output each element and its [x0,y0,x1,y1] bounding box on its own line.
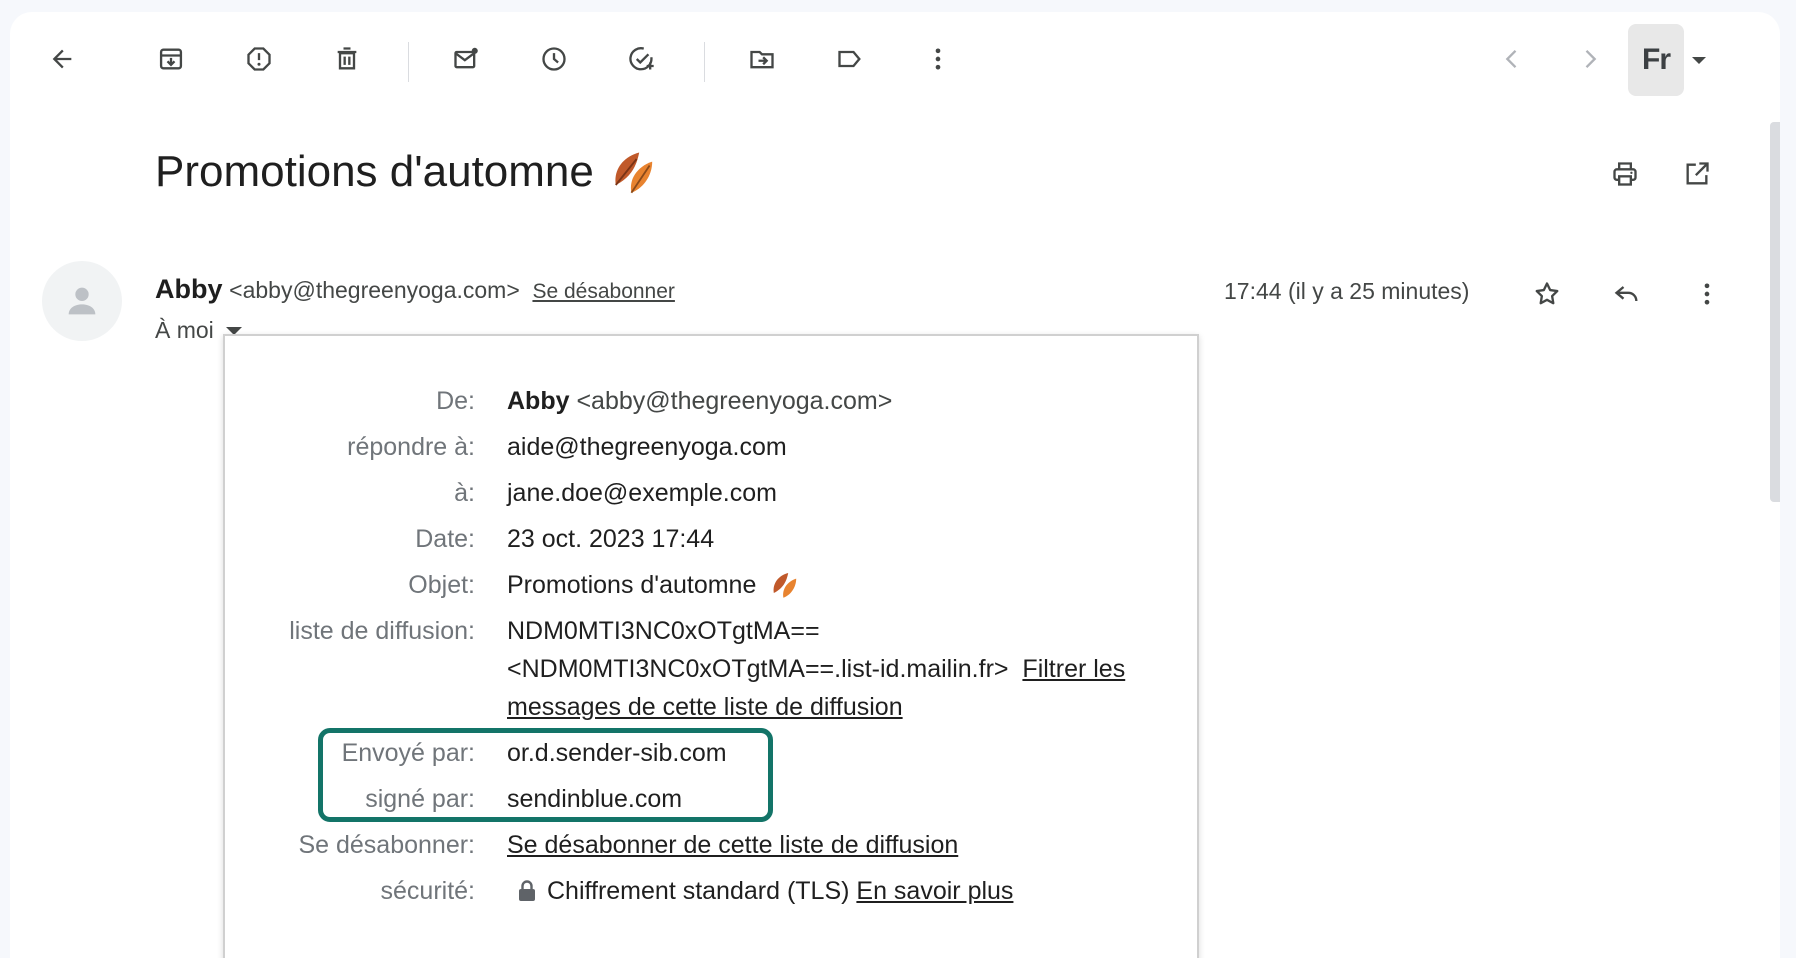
date-value: 23 oct. 2023 17:44 [507,525,715,553]
sender-avatar[interactable] [42,261,122,341]
open-in-new-icon [1686,162,1709,185]
language-label: Fr [1628,24,1684,96]
from-value: Abby <abby@thegreenyoga.com> [507,382,1187,420]
open-in-new-window-button[interactable] [1675,152,1719,196]
caret-down-icon [1692,56,1706,64]
sender-authentication-highlight [318,728,773,822]
toolbar-divider [408,42,409,82]
security-label: sécurité: [380,877,475,905]
star-icon [1535,282,1559,305]
archive-button[interactable] [149,37,193,81]
message-more-button[interactable] [1685,272,1729,316]
sender-name: Abby [155,274,223,304]
message-details-popup: De: Abby <abby@thegreenyoga.com> répondr… [223,334,1199,958]
star-button[interactable] [1525,272,1569,316]
move-to-icon [750,50,774,69]
label-button[interactable] [828,37,872,81]
delete-button[interactable] [325,37,369,81]
report-spam-icon [247,47,271,71]
add-task-button[interactable] [620,37,664,81]
reply-icon [1614,286,1638,302]
archive-icon [159,48,183,70]
from-name: Abby [507,387,570,415]
recipient-label: À moi [155,317,214,343]
reply-button[interactable] [1605,272,1649,316]
to-label: à: [454,479,475,507]
label-icon [838,50,861,68]
scrollbar[interactable] [1770,122,1780,502]
sender-email: <abby@thegreenyoga.com> [229,277,520,303]
person-icon [68,287,96,315]
chevron-left-icon [1505,50,1517,68]
date-label: Date: [415,525,475,553]
printer-icon [1613,162,1637,186]
email-subject: Promotions d'automne [155,146,660,198]
to-value: jane.doe@exemple.com [507,479,777,507]
mailing-list-id: NDM0MTI3NC0xOTgtMA== [507,617,820,645]
from-label: De: [436,387,475,415]
toolbar-divider [704,42,705,82]
autumn-leaves-icon [773,573,797,598]
learn-more-link[interactable]: En savoir plus [856,877,1013,905]
lock-icon [519,880,535,901]
sender-line: Abby <abby@thegreenyoga.com> Se désabonn… [155,274,675,305]
unsubscribe-list-link[interactable]: Se désabonner de cette liste de diffusio… [507,831,958,859]
snooze-button[interactable] [532,37,576,81]
more-options-button[interactable] [916,37,960,81]
arrow-left-icon [52,49,72,69]
more-vertical-icon [935,48,941,70]
unsubscribe-value: Se désabonner de cette liste de diffusio… [507,826,1187,864]
print-button[interactable] [1603,152,1647,196]
previous-email-button[interactable] [1490,37,1534,81]
mailing-list-value: NDM0MTI3NC0xOTgtMA== <NDM0MTI3NC0xOTgtMA… [507,612,1187,726]
clock-icon [542,47,566,71]
trash-icon [337,47,357,70]
add-task-icon [629,47,654,71]
reply-to-value: aide@thegreenyoga.com [507,433,787,461]
next-email-button[interactable] [1568,37,1612,81]
more-vertical-icon [1704,283,1710,305]
mark-unread-button[interactable] [444,37,488,81]
from-email: <abby@thegreenyoga.com> [576,387,893,415]
security-value: Chiffrement standard (TLS) En savoir plu… [507,872,1187,910]
unsubscribe-label: Se désabonner: [298,831,475,859]
email-timestamp: 17:44 (il y a 25 minutes) [1224,278,1470,304]
mark-unread-icon [454,47,478,69]
report-spam-button[interactable] [237,37,281,81]
subject-value: Promotions d'automne [507,566,1187,604]
reply-to-label: répondre à: [347,433,475,461]
security-text: Chiffrement standard (TLS) [547,877,850,905]
back-button[interactable] [40,37,84,81]
move-to-button[interactable] [740,37,784,81]
subject-label: Objet: [408,571,475,599]
email-view-panel: Fr Promotions d'automne Abby <abby@thegr… [10,12,1780,958]
language-selector[interactable]: Fr [1628,24,1712,96]
subject-value-text: Promotions d'automne [507,571,757,599]
chevron-right-icon [1585,50,1597,68]
mailing-list-label: liste de diffusion: [289,617,475,645]
unsubscribe-link[interactable]: Se désabonner [532,280,674,303]
autumn-leaves-icon [614,152,653,194]
mailing-list-address: <NDM0MTI3NC0xOTgtMA==.list-id.mailin.fr> [507,655,1009,683]
subject-text: Promotions d'automne [155,147,594,196]
